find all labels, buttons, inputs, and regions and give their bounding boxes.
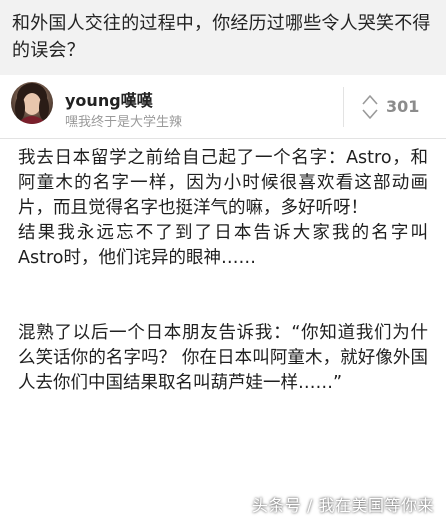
vote-button[interactable]: 301 — [360, 93, 440, 121]
author-row: young嘆嘆 嘿我终于是大学生辣 301 — [0, 75, 446, 139]
answer-paragraph: 我去日本留学之前给自己起了一个名字：Astro，和阿童木的名字一样，因为小时候很… — [18, 148, 428, 218]
answer-body: 我去日本留学之前给自己起了一个名字：Astro，和阿童木的名字一样，因为小时候很… — [0, 138, 446, 396]
author-bio: 嘿我终于是大学生辣 — [65, 115, 183, 130]
author-name[interactable]: young嘆嘆 — [65, 87, 153, 111]
upvote-arrows-icon — [362, 95, 378, 119]
answer-screen: 和外国人交往的过程中，你经历过哪些令人哭笑不得的误会？ young嘆嘆 嘿我终于 — [0, 0, 446, 521]
question-title[interactable]: 和外国人交往的过程中，你经历过哪些令人哭笑不得的误会？ — [12, 10, 434, 64]
question-header[interactable]: 和外国人交往的过程中，你经历过哪些令人哭笑不得的误会？ — [0, 0, 446, 75]
watermark: 头条号 / 我在美国等你来 — [251, 496, 434, 515]
answer-paragraph: 混熟了以后一个日本朋友告诉我：“你知道我们为什么笑话你的名字吗？ 你在日本叫阿童… — [18, 323, 428, 393]
avatar[interactable] — [11, 82, 53, 124]
vote-count: 301 — [386, 97, 420, 116]
answer-paragraph: 结果我永远忘不了到了日本告诉大家我的名字叫Astro时，他们诧异的眼神…… — [18, 223, 428, 268]
avatar-image — [11, 82, 53, 124]
vote-divider — [343, 87, 344, 127]
